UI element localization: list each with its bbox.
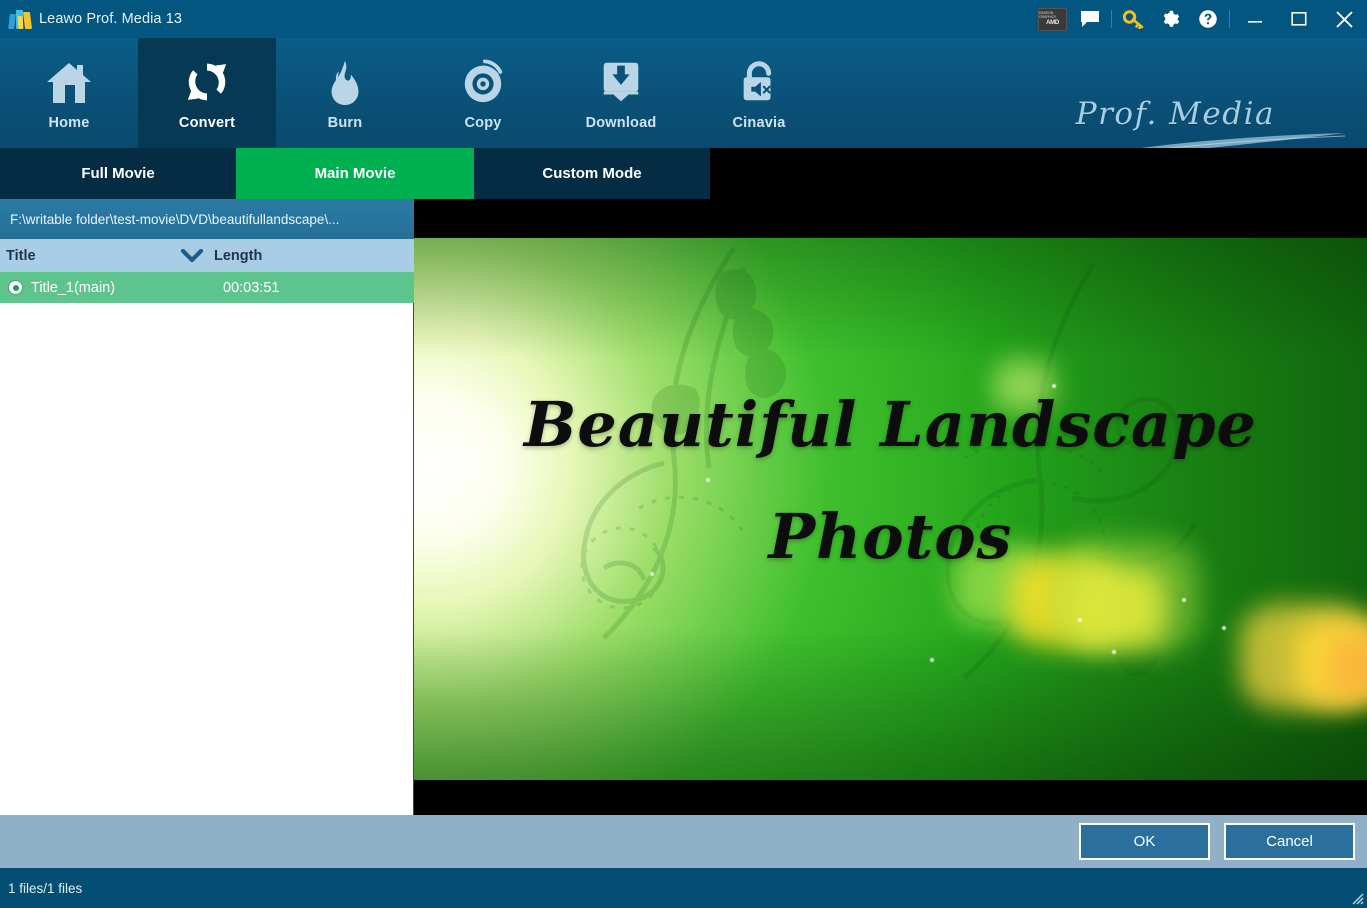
convert-icon bbox=[182, 56, 232, 106]
dialog-action-bar: OK Cancel bbox=[0, 815, 1367, 868]
flame-icon bbox=[322, 56, 368, 106]
sparkle bbox=[1078, 618, 1082, 622]
video-frame: Beautiful Landscape Photos bbox=[414, 238, 1367, 780]
source-path-bar[interactable]: F:\writable folder\test-movie\DVD\beauti… bbox=[0, 199, 414, 239]
nav-label-download: Download bbox=[586, 115, 657, 131]
nav-item-list: Home Convert bbox=[0, 38, 828, 148]
tab-bar-filler bbox=[710, 148, 1367, 199]
disc-icon bbox=[458, 56, 508, 106]
title-bar-controls: RADEON GRAPHICS AMD bbox=[1034, 0, 1367, 38]
sparkle bbox=[600, 416, 604, 420]
speech-bubble-icon bbox=[1080, 10, 1100, 28]
register-key-button[interactable] bbox=[1115, 0, 1152, 38]
tab-main-movie[interactable]: Main Movie bbox=[236, 148, 474, 199]
nav-item-burn[interactable]: Burn bbox=[276, 38, 414, 148]
status-files-count: 1 files/1 files bbox=[8, 881, 82, 896]
nav-label-convert: Convert bbox=[179, 115, 235, 131]
tab-custom-mode[interactable]: Custom Mode bbox=[474, 148, 710, 199]
nav-item-copy[interactable]: Copy bbox=[414, 38, 552, 148]
title-bar: Leawo Prof. Media 13 RADEON GRAPHICS AMD bbox=[0, 0, 1367, 38]
resize-grip-icon[interactable] bbox=[1348, 889, 1364, 905]
amd-badge-line2: AMD bbox=[1046, 19, 1059, 27]
sparkle bbox=[650, 572, 654, 576]
mode-tab-bar: Full Movie Main Movie Custom Mode bbox=[0, 148, 1367, 199]
unlock-mute-icon bbox=[735, 56, 783, 106]
column-header-title[interactable]: Title bbox=[0, 248, 170, 264]
sparkle bbox=[706, 478, 710, 482]
chevron-down-icon[interactable] bbox=[170, 249, 214, 262]
frame-vignette bbox=[414, 238, 1367, 780]
nav-item-download[interactable]: Download bbox=[552, 38, 690, 148]
sparkle bbox=[930, 658, 934, 662]
row-radio-button[interactable] bbox=[9, 281, 22, 294]
nav-label-copy: Copy bbox=[464, 115, 501, 131]
window-title: Leawo Prof. Media 13 bbox=[39, 11, 182, 27]
nav-item-home[interactable]: Home bbox=[0, 38, 138, 148]
video-preview[interactable]: Beautiful Landscape Photos bbox=[414, 199, 1367, 815]
main-navigation: Home Convert bbox=[0, 38, 1367, 148]
home-icon bbox=[44, 56, 94, 106]
sparkle bbox=[1112, 650, 1116, 654]
minimize-icon bbox=[1247, 13, 1263, 25]
source-path-text: F:\writable folder\test-movie\DVD\beauti… bbox=[10, 212, 339, 227]
nav-label-burn: Burn bbox=[328, 115, 363, 131]
nav-item-convert[interactable]: Convert bbox=[138, 38, 276, 148]
bokeh-light bbox=[1050, 538, 1200, 654]
amd-badge-icon: RADEON GRAPHICS AMD bbox=[1038, 8, 1067, 31]
table-row[interactable]: Title_1(main) 00:03:51 bbox=[0, 272, 414, 303]
column-header-length[interactable]: Length bbox=[214, 248, 414, 264]
status-bar: 1 files/1 files bbox=[0, 868, 1367, 908]
ok-button[interactable]: OK bbox=[1079, 823, 1210, 860]
divider bbox=[1229, 10, 1230, 28]
tab-full-movie[interactable]: Full Movie bbox=[0, 148, 236, 199]
close-icon bbox=[1335, 10, 1354, 29]
maximize-icon bbox=[1291, 11, 1307, 27]
row-title: Title_1(main) bbox=[31, 280, 223, 296]
application-window: Leawo Prof. Media 13 RADEON GRAPHICS AMD bbox=[0, 0, 1367, 908]
bokeh-light bbox=[994, 360, 1054, 412]
amd-badge-line1: RADEON GRAPHICS bbox=[1039, 11, 1066, 19]
sparkle bbox=[1222, 626, 1226, 630]
nav-label-home: Home bbox=[48, 115, 89, 131]
cancel-button[interactable]: Cancel bbox=[1224, 823, 1355, 860]
title-list-header: Title Length bbox=[0, 239, 414, 272]
divider bbox=[1111, 10, 1112, 28]
amd-graphics-badge[interactable]: RADEON GRAPHICS AMD bbox=[1034, 0, 1071, 38]
maximize-button[interactable] bbox=[1277, 0, 1321, 38]
settings-button[interactable] bbox=[1152, 0, 1189, 38]
sparkle bbox=[1182, 598, 1186, 602]
feedback-button[interactable] bbox=[1071, 0, 1108, 38]
sparkle bbox=[1052, 384, 1056, 388]
key-icon bbox=[1123, 10, 1144, 29]
row-length: 00:03:51 bbox=[223, 280, 279, 296]
brand-text: Prof. Media bbox=[1076, 96, 1275, 132]
title-list-body[interactable] bbox=[0, 303, 413, 815]
help-button[interactable] bbox=[1189, 0, 1226, 38]
title-list-panel: F:\writable folder\test-movie\DVD\beauti… bbox=[0, 199, 414, 815]
leawo-logo-icon bbox=[9, 9, 31, 29]
download-icon bbox=[597, 56, 645, 106]
nav-label-cinavia: Cinavia bbox=[733, 115, 786, 131]
help-circle-icon bbox=[1198, 9, 1218, 29]
gear-icon bbox=[1161, 10, 1180, 29]
minimize-button[interactable] bbox=[1233, 0, 1277, 38]
nav-item-cinavia[interactable]: Cinavia bbox=[690, 38, 828, 148]
close-button[interactable] bbox=[1321, 0, 1367, 38]
bokeh-light bbox=[1328, 636, 1367, 698]
